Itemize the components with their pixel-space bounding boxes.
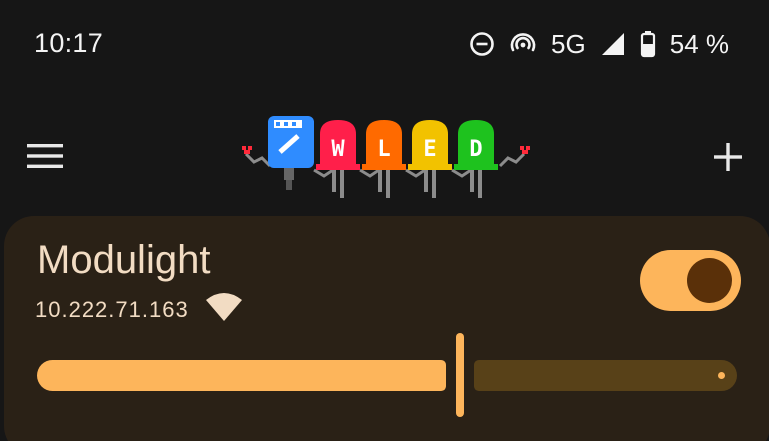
battery-percent: 54 % — [669, 28, 729, 59]
device-ip-row: 10.222.71.163 — [35, 292, 243, 327]
logo-letter-w: W — [331, 137, 345, 162]
brightness-slider-stop-indicator — [718, 372, 725, 379]
brightness-slider-inactive-track — [474, 360, 737, 391]
logo-letter-d: D — [469, 137, 482, 162]
brightness-slider-active-track — [37, 360, 446, 391]
logo-letter-e: E — [423, 137, 436, 162]
power-toggle[interactable] — [640, 250, 741, 311]
brightness-slider[interactable] — [37, 330, 737, 420]
device-ip: 10.222.71.163 — [35, 296, 189, 322]
power-toggle-thumb[interactable] — [687, 258, 732, 303]
status-time: 10:17 — [34, 28, 104, 58]
logo-letter-l: L — [377, 137, 390, 162]
hamburger-menu-icon[interactable] — [27, 142, 63, 170]
add-device-icon[interactable] — [711, 140, 745, 174]
device-card[interactable]: Modulight 10.222.71.163 — [4, 216, 769, 441]
signal-icon — [600, 31, 626, 57]
app-bar: W L E D — [0, 100, 769, 210]
wifi-signal-icon — [205, 292, 243, 327]
battery-icon — [640, 30, 656, 58]
screen: 10:17 5G 54 % W L E D Modulight 10.222.7… — [0, 0, 769, 441]
device-name: Modulight — [37, 238, 211, 282]
status-icons: 5G 54 % — [469, 27, 729, 61]
do-not-disturb-icon — [469, 31, 495, 57]
hotspot-icon — [509, 31, 537, 57]
brightness-slider-handle[interactable] — [456, 333, 464, 417]
network-type: 5G — [551, 28, 586, 59]
status-bar: 10:17 5G 54 % — [0, 0, 769, 88]
wled-logo: W L E D — [240, 110, 532, 202]
